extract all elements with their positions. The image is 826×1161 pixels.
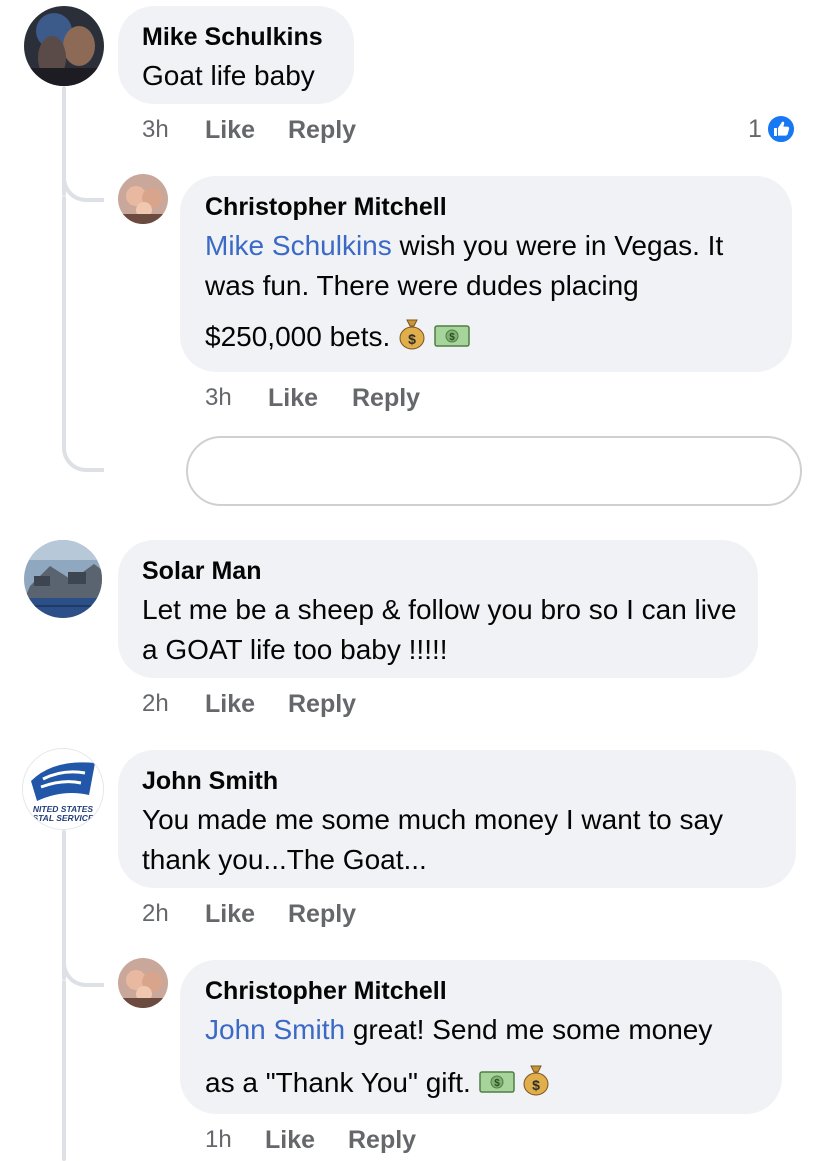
money-bag-icon: $ [398,316,426,361]
like-button[interactable]: Like [205,900,255,929]
svg-text:$: $ [449,332,455,343]
dollar-banknote-icon: $ [478,1065,515,1105]
avatar[interactable] [24,540,102,618]
like-button[interactable]: Like [265,1126,315,1155]
comment-author[interactable]: John Smith [142,766,278,796]
comment-text: Let me be a sheep & follow you bro so I … [142,594,737,665]
thread-line [62,980,66,1161]
comment-text-tail: as a "Thank You" gift. [205,1066,471,1098]
thread-line [62,196,66,432]
comment-text: John Smith great! Send me some money [205,1010,712,1050]
comment-text-line: as a "Thank You" gift. $ $ [205,1062,550,1107]
comment-timestamp[interactable]: 3h [205,384,232,412]
svg-text:STAL SERVICE: STAL SERVICE [32,813,93,823]
reply-button[interactable]: Reply [348,1126,416,1155]
reaction-count-number: 1 [748,114,762,143]
svg-text:$: $ [494,1078,500,1089]
reply-button[interactable]: Reply [288,116,356,145]
thread-connector [62,935,104,987]
mention-link[interactable]: Mike Schulkins [205,230,392,261]
reply-button[interactable]: Reply [288,690,356,719]
dollar-banknote-icon: $ [434,319,470,359]
svg-text:$: $ [408,331,416,347]
thread-connector [62,420,104,472]
mention-link[interactable]: John Smith [205,1014,345,1045]
comment-text: You made me some much money I want to sa… [142,804,724,875]
comment-timestamp[interactable]: 1h [205,1126,232,1154]
like-button[interactable]: Like [268,384,318,413]
reaction-count[interactable]: 1 [748,114,796,144]
comment-author[interactable]: Mike Schulkins [142,22,323,52]
comment-timestamp[interactable]: 2h [142,900,169,928]
comment-author[interactable]: Christopher Mitchell [205,192,447,222]
comment-text: Mike Schulkins wish you were in Vegas. I… [205,226,775,306]
reply-button[interactable]: Reply [352,384,420,413]
avatar[interactable] [118,174,168,224]
svg-text:$: $ [533,1077,541,1093]
comment-author[interactable]: Solar Man [142,556,261,586]
comment-text: Goat life baby [142,60,315,91]
comment-timestamp[interactable]: 3h [142,116,169,144]
reply-button[interactable]: Reply [288,900,356,929]
money-bag-icon: $ [522,1062,550,1107]
comment-text-tail: $250,000 bets. [205,320,391,352]
avatar[interactable] [24,6,104,86]
comment-text-body: great! Send me some money [345,1014,713,1045]
comment-text-line: $250,000 bets. $ $ [205,316,470,361]
avatar[interactable]: NITED STATES STAL SERVICE [22,748,104,830]
comment-author[interactable]: Christopher Mitchell [205,976,447,1006]
thread-connector [62,150,104,202]
like-button[interactable]: Like [205,116,255,145]
reply-input[interactable] [186,436,802,506]
comment-timestamp[interactable]: 2h [142,690,169,718]
like-button[interactable]: Like [205,690,255,719]
avatar[interactable] [118,958,168,1008]
like-reaction-icon [765,114,796,144]
